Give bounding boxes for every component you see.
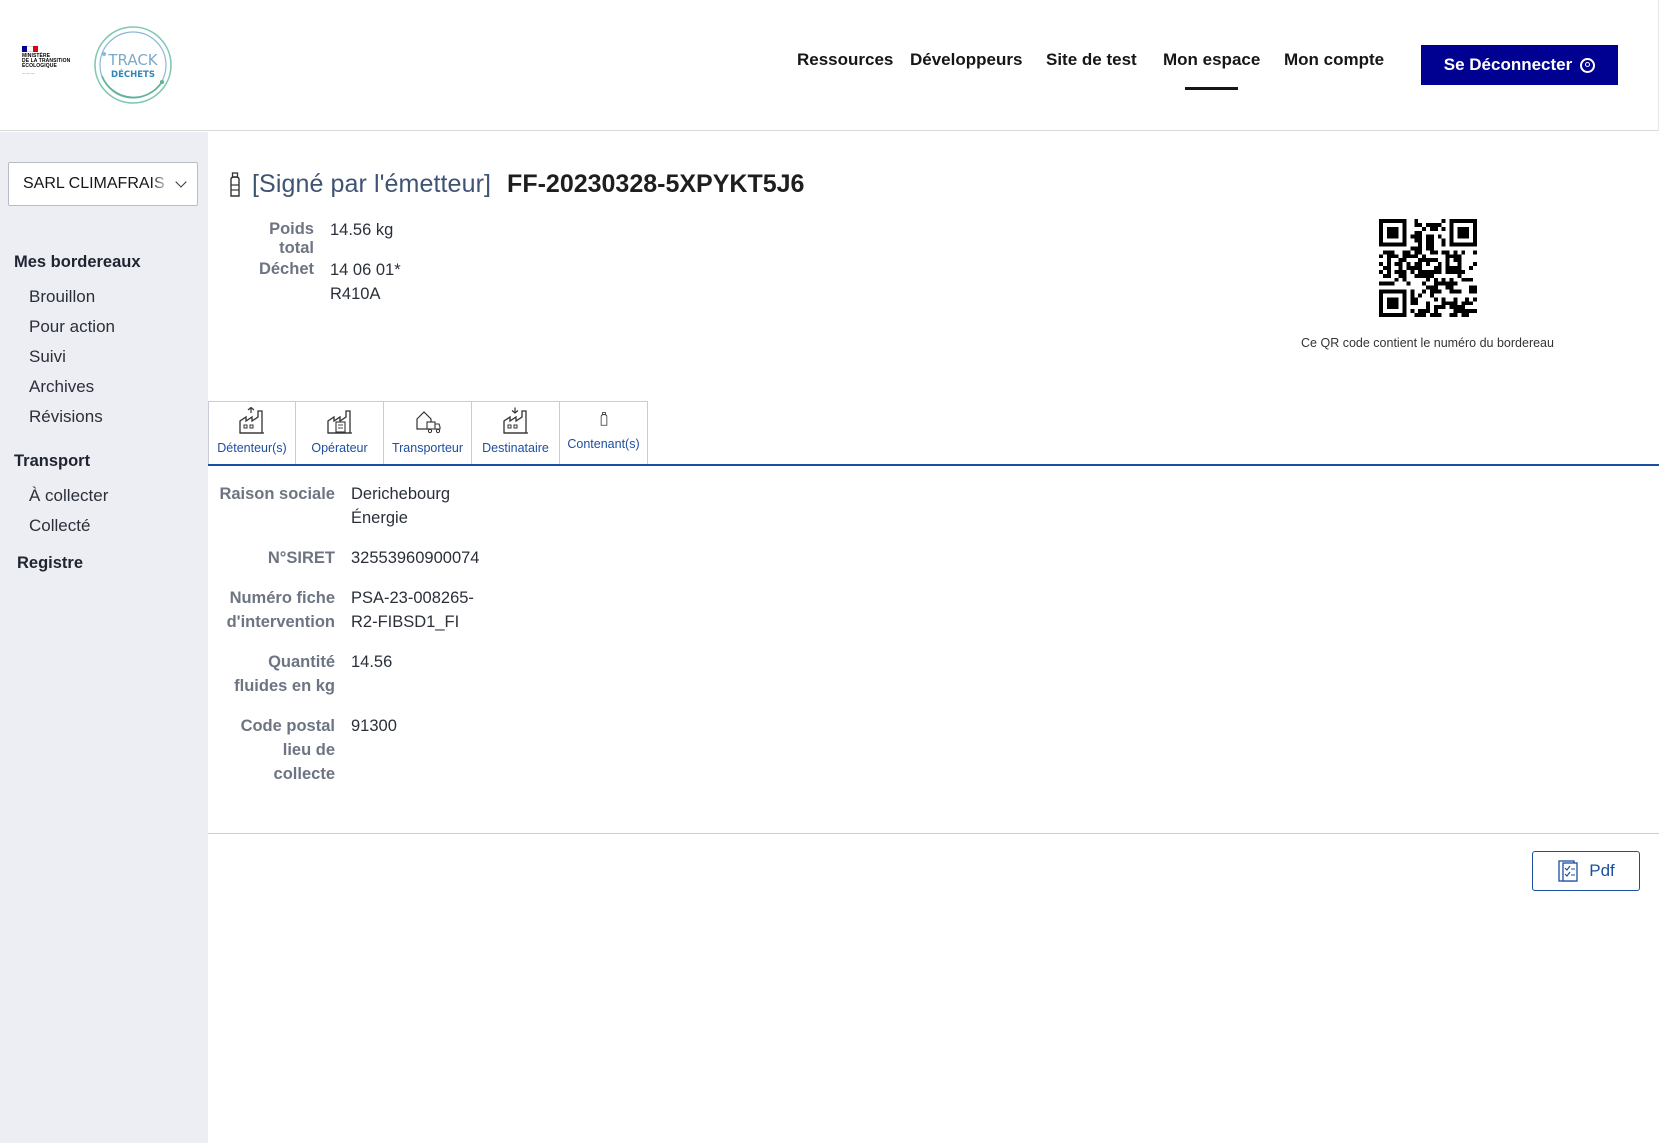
detail-label-siret: N°SIRET <box>267 549 335 567</box>
tab-label: Destinataire <box>482 441 549 455</box>
nav-developpeurs[interactable]: Développeurs <box>910 50 1022 70</box>
detail-value-raison-sociale: Derichebourg Énergie <box>351 485 451 527</box>
nav-mon-compte[interactable]: Mon compte <box>1284 50 1384 70</box>
tab-label: Transporteur <box>391 441 464 455</box>
sidebar-item-brouillon[interactable]: Brouillon <box>29 287 95 307</box>
detail-label-code-postal: Code postal lieu de collecte <box>240 717 335 783</box>
detail-label-raison-sociale: Raison sociale <box>219 485 335 503</box>
nav-ressources[interactable]: Ressources <box>797 50 893 70</box>
tab-label: Contenant(s) <box>567 437 640 451</box>
ministry-motto: — — — <box>22 70 35 75</box>
tab-transporteur[interactable]: Transporteur <box>384 401 472 465</box>
company-select[interactable]: SARL CLIMAFRAIS <box>8 162 198 206</box>
qr-code <box>1379 219 1477 317</box>
bsd-status: [Signé par l'émetteur] <box>252 170 492 198</box>
tab-destinataire[interactable]: Destinataire <box>472 401 560 465</box>
company-select-value: SARL CLIMAFRAIS <box>23 175 165 192</box>
summary-label-dechet: Déchet <box>258 260 314 278</box>
nav-mon-espace[interactable]: Mon espace <box>1163 50 1260 90</box>
actions-divider <box>208 833 1659 834</box>
sidebar: SARL CLIMAFRAIS Mes bordereaux Brouillon… <box>0 132 208 1143</box>
detail-value-code-postal: 91300 <box>351 717 397 735</box>
tab-detenteurs[interactable]: Détenteur(s) <box>208 401 296 466</box>
french-flag-icon <box>22 46 38 52</box>
logout-label: Se Déconnecter <box>1443 55 1573 74</box>
detail-label-quantite: Quantité fluides en kg <box>234 653 335 695</box>
sidebar-item-pour-action[interactable]: Pour action <box>29 317 115 337</box>
detail-label-fiche-intervention: Numéro fiche d'intervention <box>226 589 335 631</box>
document-check-icon <box>1558 860 1578 882</box>
summary-label-poids: Poids total <box>269 220 314 257</box>
trackdechets-logo[interactable]: TRACK DÉCHETS <box>92 24 174 106</box>
bsd-readable-id: FF-20230328-5XPYKT5J6 <box>507 170 805 198</box>
tab-label: Détenteur(s) <box>217 441 287 455</box>
bottle-icon <box>600 412 607 426</box>
factory-download-icon <box>502 407 528 434</box>
logo-line-1: TRACK <box>107 51 158 69</box>
nav-site-de-test[interactable]: Site de test <box>1046 50 1137 70</box>
actor-tabs: Détenteur(s) Opérateur Transporteur Dest… <box>208 401 648 466</box>
sidebar-section-mes-bordereaux: Mes bordereaux <box>14 253 141 271</box>
sidebar-section-transport: Transport <box>14 452 91 470</box>
pdf-label: Pdf <box>1589 861 1615 880</box>
detail-value-siret: 32553960900074 <box>351 549 480 567</box>
logout-button[interactable]: Se Déconnecter <box>1421 45 1618 85</box>
tab-contenants[interactable]: Contenant(s) <box>560 401 648 465</box>
sidebar-item-archives[interactable]: Archives <box>29 377 94 397</box>
site-header: MINISTÈRE DE LA TRANSITION ÉCOLOGIQUE — … <box>0 0 1659 131</box>
detail-value-quantite: 14.56 <box>351 653 393 671</box>
detail-value-fiche-intervention: PSA-23-008265- R2-FIBSD1_FI <box>351 589 474 631</box>
pdf-button[interactable]: Pdf <box>1532 851 1640 891</box>
tab-label: Opérateur <box>311 441 368 455</box>
ministry-line-3: ÉCOLOGIQUE <box>22 63 57 70</box>
sidebar-item-a-collecter[interactable]: À collecter <box>29 486 108 506</box>
factory-upload-icon <box>239 407 264 434</box>
sidebar-item-collecte[interactable]: Collecté <box>29 516 90 536</box>
factory-document-icon <box>326 410 352 434</box>
tab-underline <box>208 464 1659 466</box>
ministry-logo[interactable]: MINISTÈRE DE LA TRANSITION ÉCOLOGIQUE — … <box>22 46 84 86</box>
truck-house-icon <box>415 411 441 434</box>
tab-operateur[interactable]: Opérateur <box>296 401 384 465</box>
bottle-icon <box>230 171 240 197</box>
user-circle-icon <box>1580 57 1596 73</box>
summary-value-poids: 14.56 kg <box>330 221 394 239</box>
sidebar-item-registre[interactable]: Registre <box>17 554 83 573</box>
sidebar-item-revisions[interactable]: Révisions <box>29 407 103 427</box>
logo-line-2: DÉCHETS <box>111 68 155 80</box>
qr-caption: Ce QR code contient le numéro du bordere… <box>1301 336 1554 350</box>
summary-value-dechet: 14 06 01* R410A <box>330 258 401 306</box>
waste-code: 14 06 01* <box>330 261 401 279</box>
bsd-title: [Signé par l'émetteur] FF-20230328-5XPYK… <box>228 170 804 199</box>
waste-name: R410A <box>330 285 381 303</box>
chevron-down-icon <box>175 176 187 188</box>
sidebar-item-suivi[interactable]: Suivi <box>29 347 66 367</box>
